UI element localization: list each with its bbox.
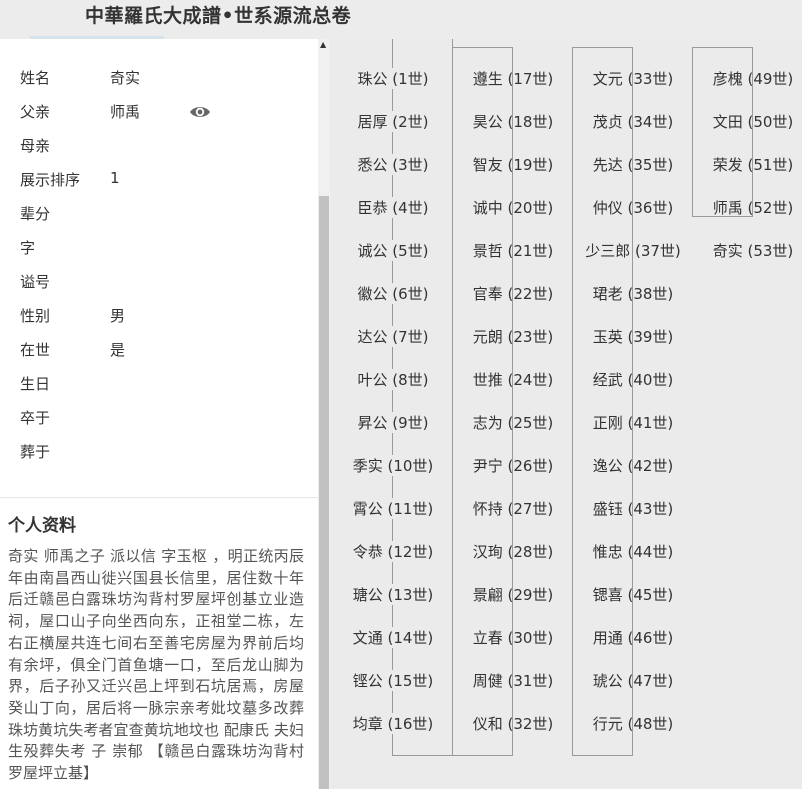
left-panel-scrollbar[interactable]: ▲	[318, 39, 330, 789]
info-label: 展示排序	[20, 171, 81, 189]
info-row: 姓名 奇实	[0, 59, 318, 93]
info-label: 辈分	[20, 205, 51, 223]
generation-node[interactable]: 智友 (19世)	[472, 154, 555, 175]
generation-node[interactable]: 志为 (25世)	[472, 412, 555, 433]
info-label: 在世	[20, 341, 51, 359]
info-row: 展示排序 1	[0, 161, 318, 195]
generation-node[interactable]: 仲仪 (36世)	[592, 197, 675, 218]
generation-node[interactable]: 臣恭 (4世)	[356, 197, 430, 218]
generation-node[interactable]: 经武 (40世)	[592, 369, 675, 390]
generation-node[interactable]: 霄公 (11世)	[351, 498, 435, 519]
info-label: 姓名	[20, 69, 51, 87]
generation-node[interactable]: 彦槐 (49世)	[712, 68, 795, 89]
generation-node[interactable]: 汉珣 (28世)	[472, 541, 555, 562]
lineage-tree-panel: 珠公 (1世) 居厚 (2世) 悉公 (3世) 臣恭 (4世) 诚公 (5世) 徽公 (6…	[330, 39, 802, 789]
info-row: 字	[0, 229, 318, 263]
generation-node[interactable]: 立春 (30世)	[472, 627, 555, 648]
generation-node[interactable]: 文田 (50世)	[712, 111, 795, 132]
generation-node[interactable]: 徽公 (6世)	[356, 283, 430, 304]
generation-node[interactable]: 居厚 (2世)	[356, 111, 430, 132]
info-label: 字	[20, 239, 36, 257]
generation-node[interactable]: 达公 (7世)	[356, 326, 430, 347]
info-label: 生日	[20, 375, 51, 393]
info-value: 是	[110, 341, 126, 359]
info-row: 辈分	[0, 195, 318, 229]
info-row: 父亲 师禹	[0, 93, 318, 127]
info-row: 性别 男	[0, 297, 318, 331]
generation-node[interactable]: 盛钰 (43世)	[592, 498, 675, 519]
person-detail-panel: 姓名 奇实父亲 师禹母亲展示排序 1 辈分字谥号性别 男在世 是生日卒于葬于 个人资料 奇实…	[0, 39, 318, 789]
generation-node[interactable]: 悉公 (3世)	[356, 154, 430, 175]
page-title: 中華羅氏大成譜•世系源流总卷	[85, 5, 352, 27]
info-row: 在世 是	[0, 331, 318, 365]
generation-node[interactable]: 奇实 (53世)	[712, 240, 795, 261]
generation-node[interactable]: 景哲 (21世)	[472, 240, 555, 261]
info-label: 性别	[20, 307, 51, 325]
generation-node[interactable]: 少三郎 (37世)	[584, 240, 682, 261]
profile-biography-text: 奇实 师禹之子 派以信 字玉枢 ，明正统丙辰年由南昌西山徙兴国县长信里，居住数十…	[8, 547, 304, 783]
info-value: 1	[110, 169, 120, 187]
generation-node[interactable]: 昇公 (9世)	[356, 412, 430, 433]
info-label: 父亲	[20, 103, 51, 121]
generation-node[interactable]: 令恭 (12世)	[351, 541, 435, 562]
generation-node[interactable]: 均章 (16世)	[351, 713, 435, 734]
generation-node[interactable]: 诚公 (5世)	[356, 240, 430, 261]
generation-node[interactable]: 荣发 (51世)	[712, 154, 795, 175]
generation-node[interactable]: 尹宁 (26世)	[472, 455, 555, 476]
section-divider	[0, 497, 318, 498]
eye-icon[interactable]	[189, 104, 211, 120]
generation-node[interactable]: 琥公 (47世)	[592, 670, 675, 691]
info-row: 谥号	[0, 263, 318, 297]
generation-node[interactable]: 世推 (24世)	[472, 369, 555, 390]
info-label: 谥号	[20, 273, 51, 291]
info-row: 生日	[0, 365, 318, 399]
info-label: 葬于	[20, 443, 51, 461]
generation-node[interactable]: 怀持 (27世)	[472, 498, 555, 519]
generation-node[interactable]: 叶公 (8世)	[356, 369, 430, 390]
scrollbar-thumb[interactable]	[319, 196, 329, 789]
generation-node[interactable]: 师禹 (52世)	[712, 197, 795, 218]
info-row: 卒于	[0, 399, 318, 433]
generation-node[interactable]: 行元 (48世)	[592, 713, 675, 734]
generation-node[interactable]: 珺老 (38世)	[592, 283, 675, 304]
generation-node[interactable]: 元朗 (23世)	[472, 326, 555, 347]
generation-node[interactable]: 昊公 (18世)	[472, 111, 555, 132]
generation-node[interactable]: 遵生 (17世)	[472, 68, 555, 89]
generation-node[interactable]: 铿公 (15世)	[351, 670, 435, 691]
generation-node[interactable]: 季实 (10世)	[351, 455, 435, 476]
generation-node[interactable]: 官奉 (22世)	[472, 283, 555, 304]
info-row: 母亲	[0, 127, 318, 161]
generation-node[interactable]: 文元 (33世)	[592, 68, 675, 89]
generation-node[interactable]: 惟忠 (44世)	[592, 541, 675, 562]
profile-section-title: 个人资料	[8, 516, 76, 536]
generation-node[interactable]: 瑭公 (13世)	[351, 584, 435, 605]
info-label: 卒于	[20, 409, 51, 427]
lineage-connector-line	[392, 39, 453, 756]
generation-node[interactable]: 锶喜 (45世)	[592, 584, 675, 605]
generation-node[interactable]: 仪和 (32世)	[472, 713, 555, 734]
generation-node[interactable]: 文通 (14世)	[351, 627, 435, 648]
info-value: 师禹	[110, 103, 141, 121]
generation-node[interactable]: 诚中 (20世)	[472, 197, 555, 218]
app-header: 中華羅氏大成譜•世系源流总卷	[0, 0, 802, 39]
generation-node[interactable]: 正刚 (41世)	[592, 412, 675, 433]
generation-node[interactable]: 玉英 (39世)	[592, 326, 675, 347]
generation-node[interactable]: 茂贞 (34世)	[592, 111, 675, 132]
info-value: 奇实	[110, 69, 141, 87]
generation-node[interactable]: 用通 (46世)	[592, 627, 675, 648]
generation-node[interactable]: 逸公 (42世)	[592, 455, 675, 476]
scroll-up-arrow-icon[interactable]: ▲	[320, 41, 326, 49]
generation-node[interactable]: 周健 (31世)	[472, 670, 555, 691]
info-label: 母亲	[20, 137, 51, 155]
generation-node[interactable]: 珠公 (1世)	[356, 68, 430, 89]
info-row: 葬于	[0, 433, 318, 467]
generation-node[interactable]: 景翩 (29世)	[472, 584, 555, 605]
generation-node[interactable]: 先达 (35世)	[592, 154, 675, 175]
info-value: 男	[110, 307, 126, 325]
